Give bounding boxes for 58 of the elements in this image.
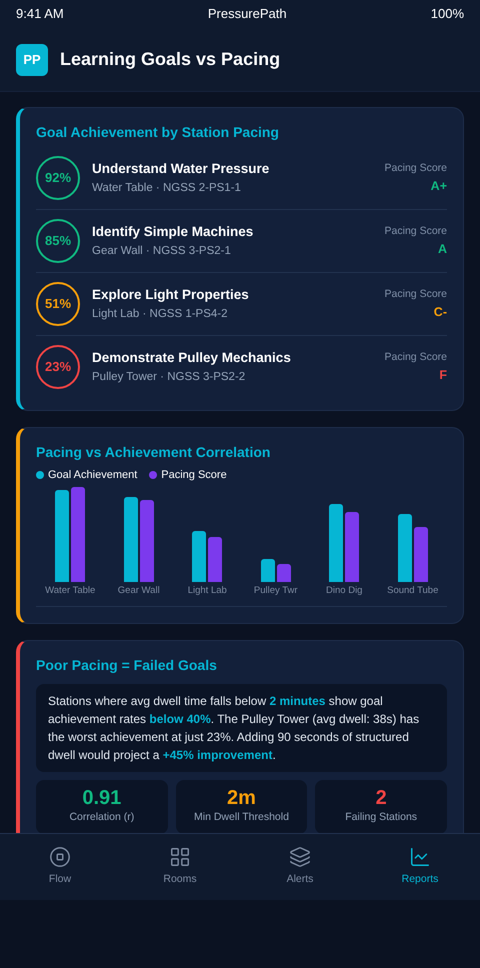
- score-label: Pacing Score: [384, 224, 447, 239]
- category-label: Sound Tube: [387, 584, 438, 598]
- stat-label: Correlation (r): [69, 810, 134, 825]
- chart-bar: [398, 514, 412, 582]
- grade: A: [438, 240, 447, 258]
- grade: A+: [430, 178, 447, 194]
- category-label: Water Table: [45, 584, 96, 598]
- status-time: 9:41 AM: [16, 5, 64, 24]
- card-title: Poor Pacing = Failed Goals: [36, 656, 218, 675]
- card-title: Goal Achievement by Station Pacing: [36, 123, 280, 142]
- grid-icon: [169, 846, 191, 868]
- percent-ring: 92%: [36, 156, 80, 200]
- layers-icon: [289, 846, 311, 868]
- goal-title: Demonstrate Pulley Mechanics: [92, 349, 292, 368]
- goal-title: Understand Water Pressure: [92, 160, 270, 178]
- category-label: Light Lab: [188, 584, 227, 598]
- goal-subtitle: Water Table · NGSS 2-PS1-1: [92, 180, 242, 196]
- goal-title: Explore Light Properties: [92, 286, 250, 304]
- chart-bar: [208, 536, 222, 582]
- stat-value: 0.91: [82, 786, 122, 810]
- nav-tab[interactable]: Flow: [0, 834, 120, 900]
- stat-value: 2: [376, 786, 387, 810]
- stat-label: Min Dwell Threshold: [194, 810, 289, 825]
- goal-subtitle: Light Lab · NGSS 1-PS4-2: [92, 306, 229, 322]
- chart-bar: [414, 526, 428, 582]
- app-logo: PP: [16, 44, 48, 76]
- line-chart-icon: [409, 846, 431, 868]
- chart-bar: [192, 530, 206, 582]
- score-label: Pacing Score: [384, 160, 447, 176]
- legend-label: Pacing Score: [161, 468, 227, 483]
- stat-label: Failing Stations: [345, 810, 418, 825]
- app-name: PressurePath: [208, 5, 287, 24]
- grade: F: [439, 366, 447, 384]
- chart-bar: [260, 558, 275, 582]
- percent-ring: 51%: [36, 282, 80, 326]
- nav-tab[interactable]: Alerts: [240, 834, 360, 900]
- category-label: Pulley Twr: [254, 584, 298, 598]
- percent-ring: 23%: [36, 345, 80, 389]
- card-title: Pacing vs Achievement Correlation: [36, 443, 272, 462]
- percent-ring: 85%: [36, 219, 80, 263]
- chart-bar: [345, 512, 360, 582]
- chart-bar: [276, 564, 291, 582]
- battery-level: 100%: [430, 5, 464, 24]
- legend-label: Goal Achievement: [48, 468, 138, 483]
- goal-subtitle: Pulley Tower · NGSS 3-PS2-2: [92, 370, 246, 384]
- stop-circle-icon: [49, 846, 71, 868]
- nav-tab[interactable]: Reports: [360, 834, 480, 900]
- goal-title: Identify Simple Machines: [92, 223, 254, 242]
- insight-paragraph: Stations where avg dwell time falls below 2 minutes show goal achievement rates below 40%. The Pulley Tower (avg dwell: 38s) has the worst achievement at just 23%. Adding 90 seconds of structured dwell would project a +45% improvement.: [36, 684, 447, 772]
- category-label: Dino Dig: [326, 584, 362, 598]
- page-title: Learning Goals vs Pacing: [60, 48, 280, 71]
- goal-subtitle: Gear Wall · NGSS 3-PS2-1: [92, 244, 232, 258]
- category-label: Gear Wall: [118, 584, 160, 598]
- score-label: Pacing Score: [384, 286, 447, 302]
- score-label: Pacing Score: [384, 350, 447, 365]
- grade: C-: [434, 304, 447, 320]
- nav-tab[interactable]: Rooms: [120, 834, 240, 900]
- stat-value: 2m: [227, 786, 256, 810]
